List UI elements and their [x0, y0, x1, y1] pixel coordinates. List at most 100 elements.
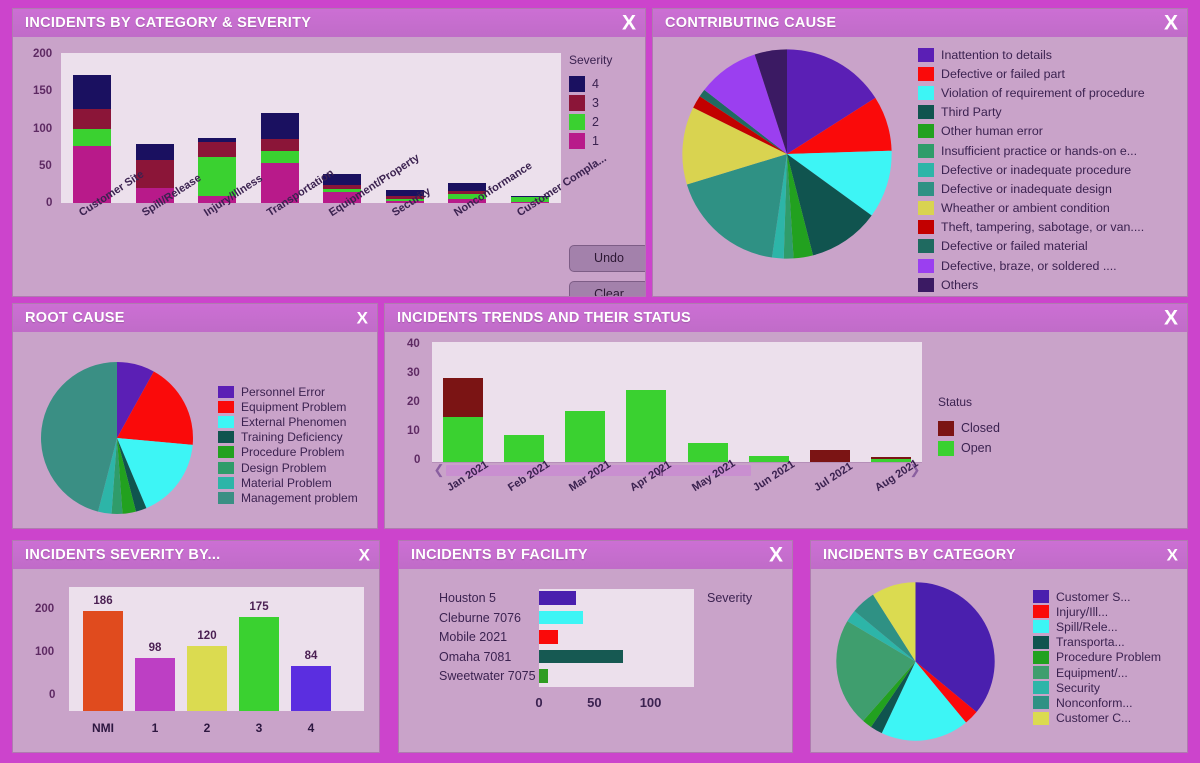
- close-icon[interactable]: X: [359, 547, 370, 564]
- legend-item[interactable]: Others: [918, 275, 1145, 294]
- close-icon[interactable]: X: [1167, 547, 1178, 564]
- legend-item[interactable]: Inattention to details: [918, 45, 1145, 64]
- legend-item[interactable]: Defective or inadequate design: [918, 179, 1145, 198]
- legend-item[interactable]: Procedure Problem: [1033, 650, 1161, 665]
- bar-segment[interactable]: [810, 450, 851, 462]
- bar[interactable]: [539, 630, 558, 644]
- pie-chart[interactable]: [37, 358, 197, 518]
- y-tick: 0: [49, 689, 56, 701]
- legend-item[interactable]: Nonconform...: [1033, 695, 1161, 710]
- legend-item[interactable]: Personnel Error: [218, 384, 358, 399]
- bar-segment[interactable]: [442, 417, 483, 462]
- bar[interactable]: [539, 669, 548, 683]
- close-icon[interactable]: X: [1164, 13, 1178, 34]
- scroll-left-icon[interactable]: ❮: [432, 462, 446, 478]
- bar[interactable]: [83, 610, 123, 711]
- legend-item[interactable]: Open: [938, 438, 1000, 458]
- close-icon[interactable]: X: [357, 310, 368, 327]
- legend-swatch: [918, 258, 934, 273]
- bar-segment[interactable]: [198, 141, 237, 157]
- legend-label: Others: [941, 277, 979, 292]
- x-tick-label: 1: [151, 721, 159, 735]
- bar-segment[interactable]: [73, 128, 112, 146]
- legend-item[interactable]: 2: [569, 112, 599, 131]
- legend-item[interactable]: Transporta...: [1033, 635, 1161, 650]
- legend-item[interactable]: Defective or failed part: [918, 64, 1145, 83]
- legend-item[interactable]: Equipment/...: [1033, 665, 1161, 680]
- x-tick-label: 50: [587, 695, 602, 710]
- legend-item[interactable]: Third Party: [918, 103, 1145, 122]
- bar-segment[interactable]: [73, 74, 112, 109]
- legend-item[interactable]: Design Problem: [218, 460, 358, 475]
- bar-segment[interactable]: [442, 378, 483, 417]
- legend-item[interactable]: Equipment Problem: [218, 399, 358, 414]
- clear-button[interactable]: Clear: [569, 281, 645, 296]
- bar[interactable]: [539, 649, 624, 664]
- legend-item[interactable]: Training Deficiency: [218, 430, 358, 445]
- y-tick: 100: [35, 646, 55, 658]
- undo-button[interactable]: Undo: [569, 245, 645, 272]
- legend-swatch: [569, 94, 585, 111]
- legend-item[interactable]: Material Problem: [218, 475, 358, 490]
- legend-item[interactable]: Procedure Problem: [218, 445, 358, 460]
- bar-segment[interactable]: [871, 457, 912, 459]
- legend-item[interactable]: Spill/Rele...: [1033, 619, 1161, 634]
- legend-item[interactable]: 4: [569, 74, 599, 93]
- bar[interactable]: [187, 646, 227, 711]
- legend: 4 3 2 1: [569, 74, 599, 150]
- bar-segment[interactable]: [503, 435, 544, 462]
- legend-item[interactable]: Closed: [938, 418, 1000, 438]
- bar-segment[interactable]: [198, 137, 237, 142]
- close-icon[interactable]: X: [769, 545, 783, 566]
- pie-chart[interactable]: [678, 45, 896, 263]
- legend-item[interactable]: Other human error: [918, 122, 1145, 141]
- bar-segment[interactable]: [260, 113, 299, 139]
- bar[interactable]: [539, 591, 576, 605]
- legend-item[interactable]: Defective, braze, or soldered ....: [918, 256, 1145, 275]
- legend-item[interactable]: Defective or failed material: [918, 237, 1145, 256]
- legend-item[interactable]: Injury/Ill...: [1033, 604, 1161, 619]
- y-tick: 40: [407, 338, 420, 350]
- legend-swatch: [918, 277, 934, 292]
- y-tick: 200: [33, 48, 53, 60]
- bar-segment[interactable]: [135, 143, 174, 160]
- panel-header: INCIDENTS BY CATEGORY & SEVERITY X: [13, 9, 645, 37]
- bar-segment[interactable]: [687, 442, 728, 462]
- legend-swatch: [218, 476, 234, 489]
- bar[interactable]: [539, 610, 584, 625]
- legend-item[interactable]: 3: [569, 93, 599, 112]
- legend-item[interactable]: Management problem: [218, 490, 358, 505]
- bar-segment[interactable]: [626, 390, 667, 462]
- bar[interactable]: [135, 658, 175, 711]
- bar-segment[interactable]: [565, 411, 606, 462]
- x-tick-label: 100: [639, 695, 662, 710]
- legend-item[interactable]: Defective or inadequate procedure: [918, 160, 1145, 179]
- legend-swatch: [918, 143, 934, 158]
- bar-segment[interactable]: [260, 138, 299, 151]
- legend-item[interactable]: Wheather or ambient condition: [918, 199, 1145, 218]
- legend-label: Spill/Rele...: [1056, 619, 1118, 634]
- close-icon[interactable]: X: [1164, 308, 1178, 329]
- pie-chart[interactable]: [833, 579, 998, 744]
- legend-swatch: [1033, 650, 1049, 664]
- bar[interactable]: [291, 665, 331, 711]
- y-tick: 150: [33, 85, 53, 97]
- x-tick-label: NMI: [92, 721, 114, 735]
- bar-segment[interactable]: [323, 185, 362, 189]
- legend-item[interactable]: Violation of requirement of procedure: [918, 83, 1145, 102]
- legend-item[interactable]: 1: [569, 131, 599, 150]
- legend-item[interactable]: External Phenomen: [218, 414, 358, 429]
- legend-item[interactable]: Insufficient practice or hands-on e...: [918, 141, 1145, 160]
- legend-label: Closed: [961, 421, 1000, 435]
- bar-segment[interactable]: [260, 150, 299, 164]
- legend-item[interactable]: Customer C...: [1033, 711, 1161, 726]
- legend-label: Management problem: [241, 490, 358, 505]
- close-icon[interactable]: X: [622, 13, 636, 34]
- bar[interactable]: [239, 616, 279, 711]
- legend-item[interactable]: Customer S...: [1033, 589, 1161, 604]
- legend-item[interactable]: Theft, tampering, sabotage, or van....: [918, 218, 1145, 237]
- legend-item[interactable]: Security: [1033, 680, 1161, 695]
- panel-body: 40 30 20 10 0 ❮ ||| ❯ Jan 2021 Feb 2021 Ma…: [385, 332, 1187, 528]
- facility-label: Omaha 7081: [439, 649, 512, 664]
- bar-segment[interactable]: [73, 108, 112, 129]
